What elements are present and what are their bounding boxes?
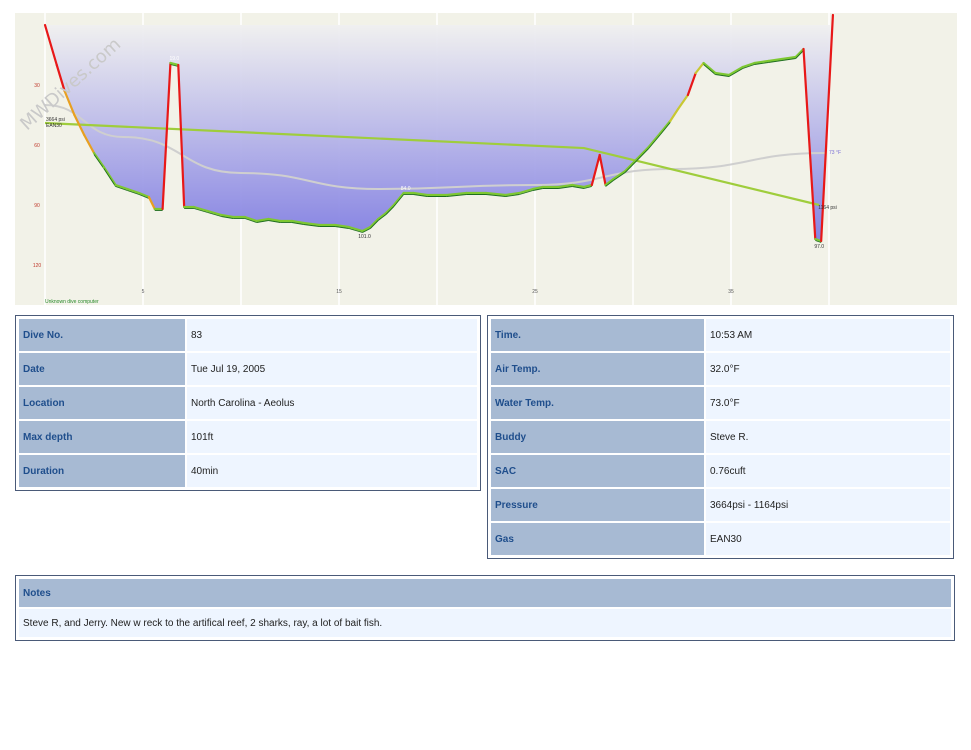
time-value: 10:53 AM <box>706 319 950 351</box>
gas-label: Gas <box>491 523 704 555</box>
x-tick-label: 25 <box>532 289 538 295</box>
max-depth-label: 101.0 <box>358 234 371 240</box>
row-sac: SAC 0.76cuft <box>491 455 950 487</box>
sac-label: SAC <box>491 455 704 487</box>
gas-label: EAN30 <box>46 123 62 129</box>
row-date: Date Tue Jul 19, 2005 <box>19 353 477 385</box>
row-dive-no: Dive No. 83 <box>19 319 477 351</box>
y-tick-label: 60 <box>34 143 40 149</box>
dive-computer-label: Unknown dive computer <box>45 299 99 305</box>
y-tick-label: 30 <box>34 83 40 89</box>
location-label: Location <box>19 387 185 419</box>
peak1-depth-label: 19.0 <box>169 56 179 62</box>
row-water-temp: Water Temp. 73.0°F <box>491 387 950 419</box>
date-label: Date <box>19 353 185 385</box>
final-depth-label: 97.0 <box>814 244 824 250</box>
row-gas: Gas EAN30 <box>491 523 950 555</box>
notes-text-row: Steve R, and Jerry. New w reck to the ar… <box>19 609 951 637</box>
row-pressure: Pressure 3664psi - 1164psi <box>491 489 950 521</box>
row-buddy: Buddy Steve R. <box>491 421 950 453</box>
gas-value: EAN30 <box>706 523 950 555</box>
x-tick-label: 5 <box>142 289 145 295</box>
dive-profile-chart: 5 15 25 35306090120 3664 psiEAN3019.0101.08… <box>15 13 957 305</box>
buddy-value: Steve R. <box>706 421 950 453</box>
peak2-depth-label: 84.0 <box>401 186 411 192</box>
row-time: Time. 10:53 AM <box>491 319 950 351</box>
duration-label: Duration <box>19 455 185 487</box>
notes-header-row: Notes <box>19 579 951 607</box>
y-tick-label: 90 <box>34 203 40 209</box>
x-tick-label: 35 <box>728 289 734 295</box>
x-tick-label: 15 <box>336 289 342 295</box>
location-value: North Carolina - Aeolus <box>187 387 477 419</box>
notes-text: Steve R, and Jerry. New w reck to the ar… <box>19 609 951 637</box>
end-pressure-label: 1164 psi <box>818 205 837 211</box>
row-air-temp: Air Temp. 32.0°F <box>491 353 950 385</box>
buddy-label: Buddy <box>491 421 704 453</box>
row-duration: Duration 40min <box>19 455 477 487</box>
dive-no-label: Dive No. <box>19 319 185 351</box>
pressure-label: Pressure <box>491 489 704 521</box>
duration-value: 40min <box>187 455 477 487</box>
max-depth-value: 101ft <box>187 421 477 453</box>
dive-info-table: Dive No. 83 Date Tue Jul 19, 2005 Location… <box>15 315 481 491</box>
dive-no-value: 83 <box>187 319 477 351</box>
dive-conditions-table: Time. 10:53 AM Air Temp. 32.0°F Water Temp… <box>487 315 954 559</box>
sac-value: 0.76cuft <box>706 455 950 487</box>
row-location: Location North Carolina - Aeolus <box>19 387 477 419</box>
pressure-value: 3664psi - 1164psi <box>706 489 950 521</box>
notes-label: Notes <box>19 579 951 607</box>
notes-panel: Notes Steve R, and Jerry. New w reck to … <box>15 575 955 641</box>
temperature-label: 73 °F <box>829 150 841 156</box>
max-depth-label: Max depth <box>19 421 185 453</box>
row-max-depth: Max depth 101ft <box>19 421 477 453</box>
water-temp-label: Water Temp. <box>491 387 704 419</box>
water-temp-value: 73.0°F <box>706 387 950 419</box>
air-temp-label: Air Temp. <box>491 353 704 385</box>
air-temp-value: 32.0°F <box>706 353 950 385</box>
time-label: Time. <box>491 319 704 351</box>
y-tick-label: 120 <box>33 263 42 269</box>
date-value: Tue Jul 19, 2005 <box>187 353 477 385</box>
